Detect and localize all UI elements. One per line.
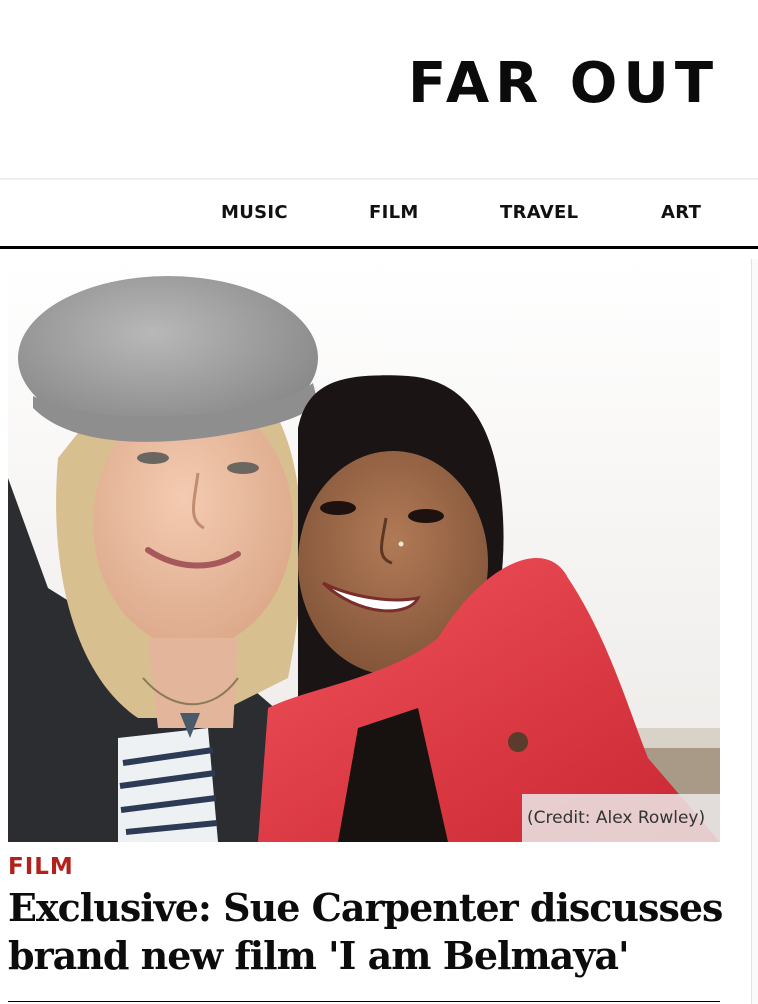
sidebar-edge <box>751 259 758 1004</box>
article-divider <box>8 1001 720 1002</box>
nav-item-art[interactable]: ART <box>661 201 701 225</box>
image-credit: (Credit: Alex Rowley) <box>522 794 720 842</box>
hero-image[interactable] <box>8 258 720 842</box>
site-logo[interactable]: FAR OUT <box>408 52 719 116</box>
nav-item-travel[interactable]: TRAVEL <box>500 201 578 225</box>
main-nav: MUSIC FILM TRAVEL ART <box>0 180 758 246</box>
site-header: FAR OUT <box>0 0 758 178</box>
nav-divider <box>0 246 758 249</box>
article-headline[interactable]: Exclusive: Sue Carpenter discusses brand… <box>8 884 723 980</box>
category-link-film[interactable]: FILM <box>8 853 74 881</box>
nav-item-music[interactable]: MUSIC <box>221 201 288 225</box>
nav-item-film[interactable]: FILM <box>369 201 419 225</box>
